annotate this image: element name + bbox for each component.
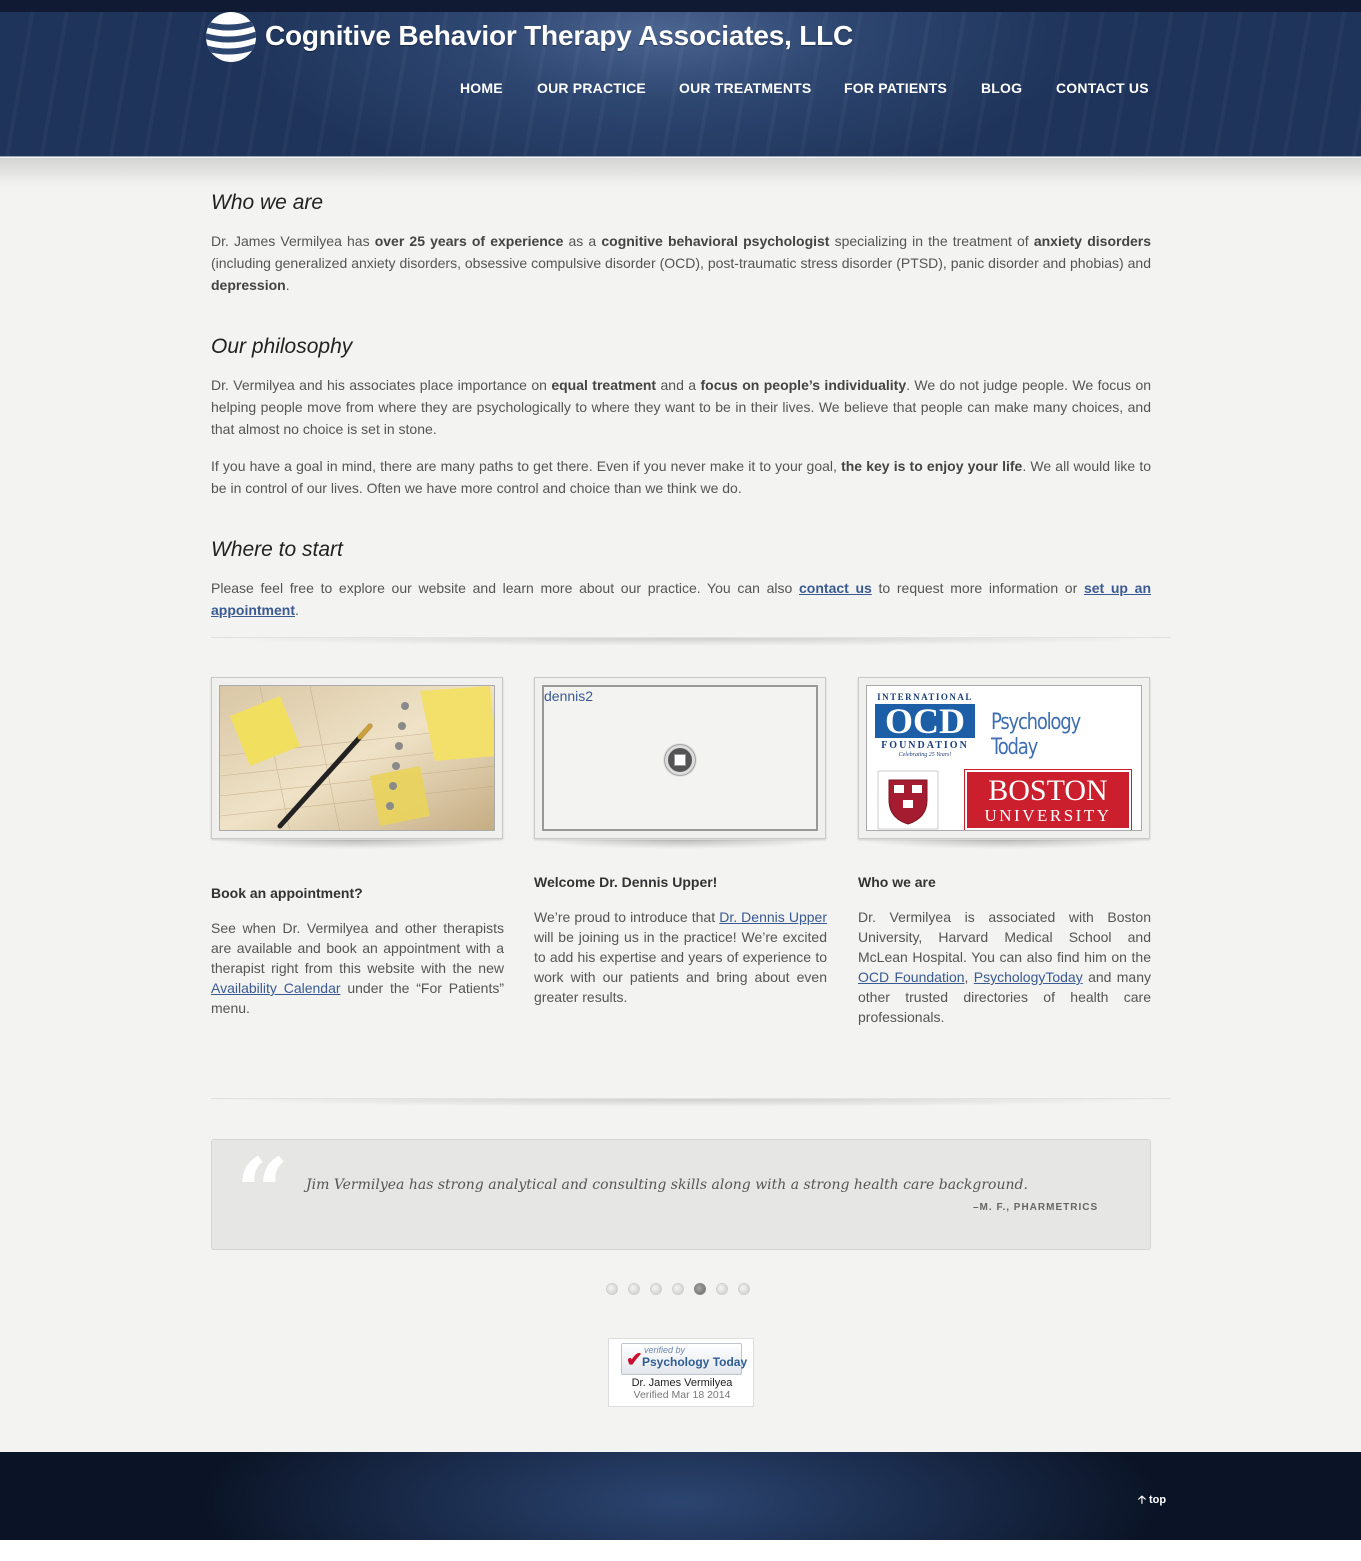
logo-globe-icon[interactable] bbox=[204, 10, 258, 64]
welcome-dennis-title: Welcome Dr. Dennis Upper! bbox=[534, 874, 718, 890]
affiliations-image-frame[interactable]: INTERNATIONAL OCD FOUNDATION Celebrating… bbox=[858, 677, 1150, 839]
philosophy-text-1: Dr. Vermilyea and his associates place i… bbox=[211, 377, 1152, 437]
boston-university-logo: BOSTON UNIVERSITY bbox=[964, 769, 1132, 830]
nav-for-patients[interactable]: FOR PATIENTS bbox=[844, 80, 947, 96]
verified-by-text: verified by bbox=[644, 1345, 686, 1355]
nav-our-practice[interactable]: OUR PRACTICE bbox=[537, 80, 646, 96]
book-appointment-title: Book an appointment? bbox=[211, 885, 363, 901]
who-we-are-feature-text: Dr. Vermilyea is associated with Boston … bbox=[858, 909, 1152, 1025]
ocd-logo: OCD bbox=[875, 703, 975, 739]
ocd-foundation-text: FOUNDATION bbox=[881, 740, 969, 751]
psychology-today-link[interactable]: PsychologyToday bbox=[974, 969, 1083, 985]
testimonial-author: –M. F., PHARMETRICS bbox=[973, 1202, 1099, 1213]
bottom-strip bbox=[0, 1540, 1361, 1561]
pager-dot-1[interactable] bbox=[606, 1283, 618, 1295]
testimonial-box bbox=[211, 1139, 1151, 1250]
badge-brand: Psychology Today bbox=[642, 1355, 748, 1369]
badge-date: Verified Mar 18 2014 bbox=[633, 1389, 731, 1401]
header-shadow bbox=[0, 158, 1361, 186]
nav-our-treatments[interactable]: OUR TREATMENTS bbox=[679, 80, 811, 96]
who-we-are-feature-title: Who we are bbox=[858, 874, 936, 890]
badge-name: Dr. James Vermilyea bbox=[631, 1377, 733, 1389]
nav-blog[interactable]: BLOG bbox=[981, 80, 1022, 96]
section-divider bbox=[211, 637, 1171, 653]
testimonial-text: Jim Vermilyea has strong analytical and … bbox=[306, 1177, 1028, 1193]
contact-us-link[interactable]: contact us bbox=[799, 580, 872, 596]
pager-dot-6[interactable] bbox=[716, 1283, 728, 1295]
checkmark-icon: ✔ bbox=[626, 1349, 643, 1371]
availability-calendar-link[interactable]: Availability Calendar bbox=[211, 980, 341, 996]
planner-image bbox=[219, 685, 495, 831]
who-we-are-heading: Who we are bbox=[211, 191, 324, 214]
site-title[interactable]: Cognitive Behavior Therapy Associates, L… bbox=[265, 20, 853, 52]
philosophy-heading: Our philosophy bbox=[211, 335, 353, 358]
psychology-today-logo: Psychology Today bbox=[991, 710, 1081, 760]
appointment-image-frame[interactable] bbox=[211, 677, 503, 839]
nav-home[interactable]: HOME bbox=[460, 80, 503, 96]
welcome-dennis-text: We’re proud to introduce that Dr. Dennis… bbox=[534, 909, 827, 1005]
pager-dot-4[interactable] bbox=[672, 1283, 684, 1295]
affiliations-logos: INTERNATIONAL OCD FOUNDATION Celebrating… bbox=[866, 685, 1142, 831]
dennis-image: dennis2 bbox=[542, 685, 818, 831]
who-we-are-text: Dr. James Vermilyea has over 25 years of… bbox=[211, 233, 1152, 293]
quote-mark-icon: “ bbox=[236, 1138, 289, 1246]
harvard-shield-icon bbox=[877, 770, 939, 830]
pager-dot-2[interactable] bbox=[628, 1283, 640, 1295]
dr-dennis-upper-link[interactable]: Dr. Dennis Upper bbox=[719, 909, 827, 925]
pager-dot-3[interactable] bbox=[650, 1283, 662, 1295]
book-appointment-text: See when Dr. Vermilyea and other therapi… bbox=[211, 920, 504, 1016]
pager-dot-7[interactable] bbox=[738, 1283, 750, 1295]
philosophy-text-2: If you have a goal in mind, there are ma… bbox=[211, 458, 1152, 496]
back-to-top-link[interactable]: 🡡 top bbox=[1138, 1491, 1166, 1510]
image-alt-text: dennis2 bbox=[544, 688, 594, 704]
ocd-foundation-link[interactable]: OCD Foundation bbox=[858, 969, 965, 985]
broken-image-icon bbox=[665, 745, 695, 775]
where-to-start-text: Please feel free to explore our website … bbox=[211, 580, 1151, 618]
arrow-up-icon: 🡡 bbox=[1138, 1494, 1146, 1506]
nav-contact-us[interactable]: CONTACT US bbox=[1056, 80, 1149, 96]
dennis-image-frame[interactable]: dennis2 bbox=[534, 677, 826, 839]
where-to-start-heading: Where to start bbox=[211, 538, 343, 561]
psychology-today-verified-badge[interactable]: ✔ verified by Psychology Today Dr. James… bbox=[608, 1338, 754, 1407]
section-divider-2 bbox=[211, 1098, 1171, 1114]
pager-dot-5[interactable] bbox=[694, 1283, 706, 1295]
ocd-celebrating-text: Celebrating 25 Years! bbox=[898, 752, 952, 758]
